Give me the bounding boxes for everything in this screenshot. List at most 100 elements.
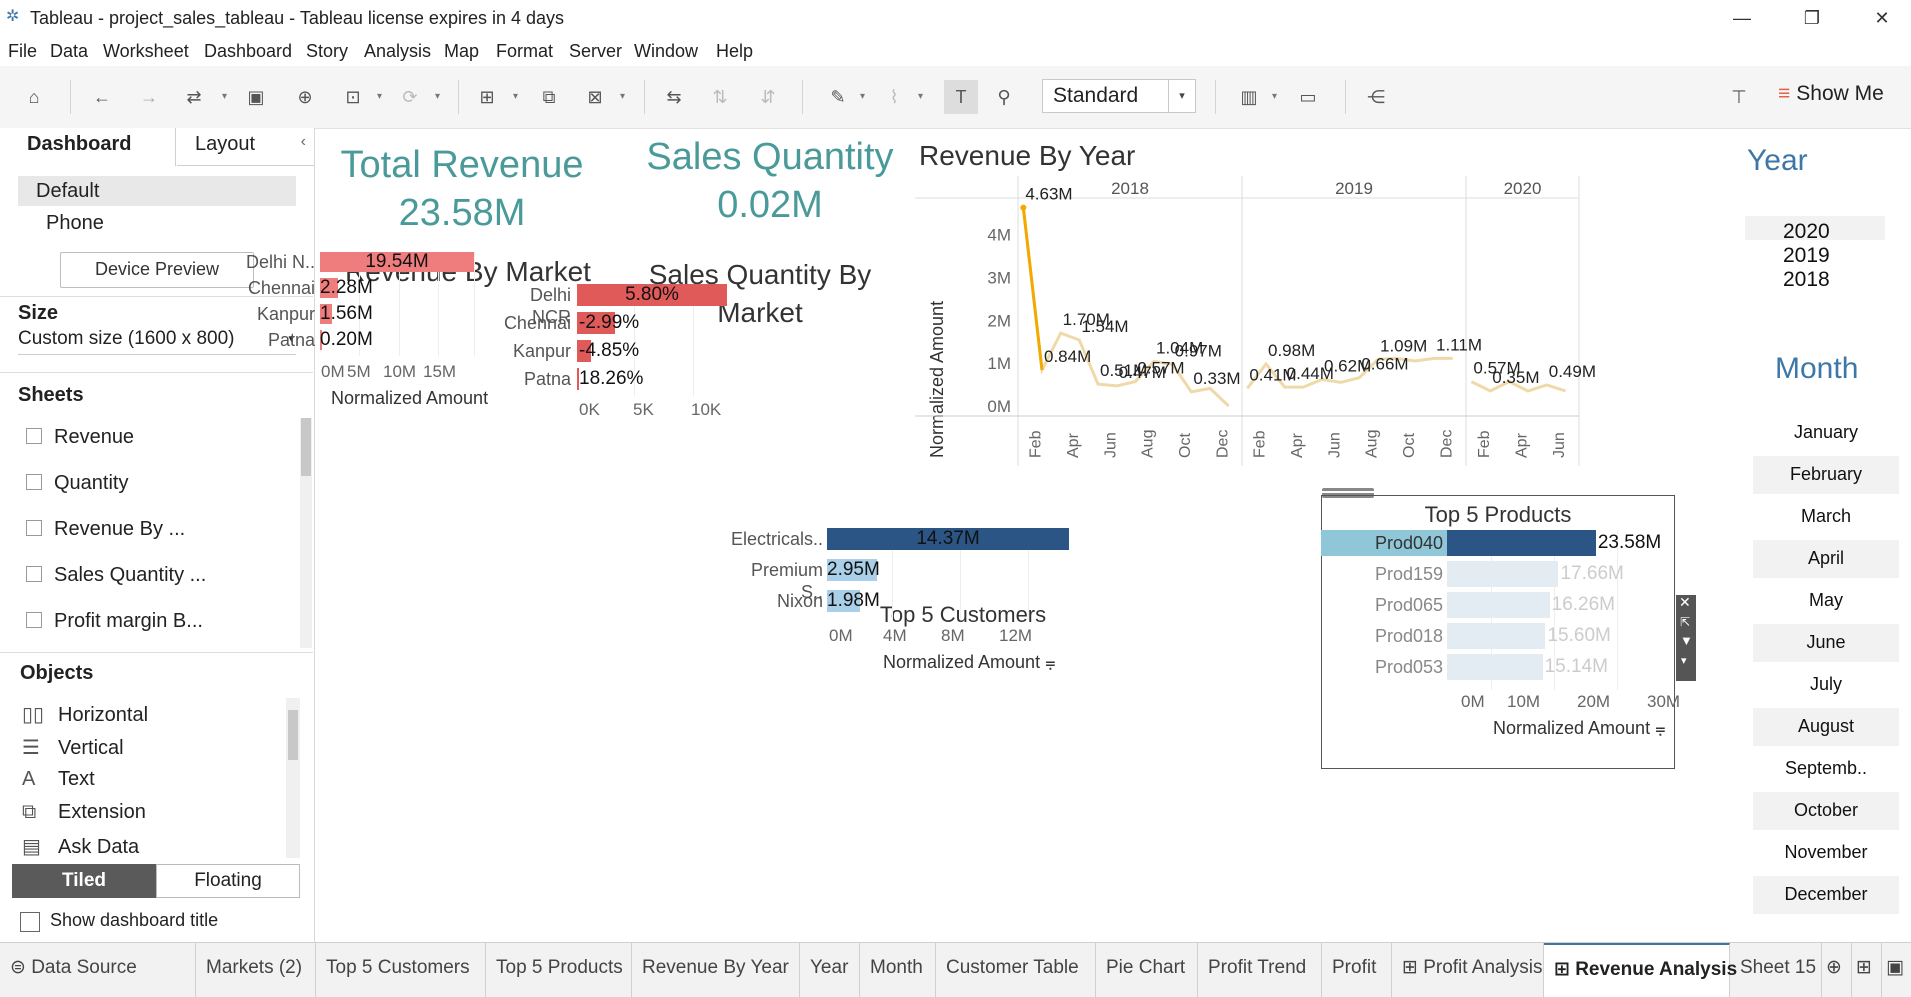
swap-icon[interactable]: ⇆ bbox=[662, 85, 686, 109]
object-horizontal[interactable]: ▯▯ Horizontal bbox=[22, 702, 148, 727]
sheet-tab[interactable]: Top 5 Customers bbox=[316, 943, 486, 997]
show-title-checkbox[interactable] bbox=[20, 912, 40, 932]
category-label[interactable]: Prod159 bbox=[1321, 561, 1443, 587]
pin-icon[interactable]: ⚲ bbox=[992, 85, 1016, 109]
device-phone[interactable]: Phone bbox=[46, 212, 104, 235]
refresh-icon[interactable]: ⟳ bbox=[398, 85, 422, 109]
tab-layout[interactable]: Layout ‹ bbox=[177, 128, 314, 166]
new-worksheet-icon[interactable]: ⊞ bbox=[475, 85, 499, 109]
sheet-tab[interactable]: Markets (2) bbox=[196, 943, 316, 997]
menu-format[interactable]: Format bbox=[496, 41, 553, 62]
paperclip-icon[interactable]: ⌇ bbox=[882, 85, 906, 109]
category-label[interactable]: Prod040 bbox=[1321, 530, 1443, 556]
highlighted-segment[interactable] bbox=[1021, 207, 1044, 371]
month-item[interactable]: March bbox=[1753, 506, 1899, 527]
sheet-tab[interactable]: Profit Trend bbox=[1198, 943, 1322, 997]
chevron-down-icon[interactable]: ▾ bbox=[222, 91, 227, 102]
month-item[interactable]: July bbox=[1753, 674, 1899, 695]
save-icon[interactable]: ▣ bbox=[244, 85, 268, 109]
show-me-button[interactable]: ≡ Show Me bbox=[1778, 82, 1884, 106]
undo-icon[interactable]: ← bbox=[90, 85, 114, 109]
bar[interactable] bbox=[1447, 592, 1550, 618]
sheet-tab[interactable]: Top 5 Products bbox=[486, 943, 632, 997]
highlight-icon[interactable]: ✎ bbox=[826, 85, 850, 109]
device-preview-button[interactable]: Device Preview bbox=[60, 252, 254, 288]
new-story-icon[interactable]: ▣ bbox=[1882, 943, 1911, 997]
top5-products-chart[interactable]: Prod040 23.58M Prod159 17.66M Prod065 16.26M P… bbox=[1321, 526, 1680, 766]
top5-customers-chart[interactable]: Electricals.. 14.37M Premium S.. 2.95M Nixon… bbox=[731, 528, 1235, 698]
floating-button[interactable]: Floating bbox=[156, 864, 300, 898]
duplicate-icon[interactable]: ⧉ bbox=[537, 85, 561, 109]
sheet-item[interactable]: Revenue bbox=[26, 426, 134, 449]
menu-worksheet[interactable]: Worksheet bbox=[103, 41, 189, 62]
new-worksheet-icon[interactable]: ⊕ bbox=[1822, 943, 1852, 997]
sheet-item[interactable]: Sales Quantity ... bbox=[26, 564, 206, 587]
redo-icon[interactable]: → bbox=[137, 85, 161, 109]
menu-window[interactable]: Window bbox=[634, 41, 698, 62]
chevron-down-icon[interactable]: ▾ bbox=[918, 91, 923, 102]
tiled-button[interactable]: Tiled bbox=[12, 864, 156, 898]
menu-map[interactable]: Map bbox=[444, 41, 479, 62]
tab-dashboard[interactable]: Dashboard bbox=[0, 128, 176, 166]
bar[interactable] bbox=[1447, 530, 1596, 556]
more-options-icon[interactable]: ▾ bbox=[1681, 654, 1687, 667]
sheet-tab[interactable]: Month bbox=[860, 943, 936, 997]
sort-ascending-icon[interactable]: ⇅ bbox=[708, 85, 732, 109]
menu-file[interactable]: File bbox=[8, 41, 37, 62]
month-item[interactable]: Septemb.. bbox=[1753, 758, 1899, 779]
replay-icon[interactable]: ⇄ bbox=[182, 85, 206, 109]
sheet-tab[interactable]: Profit bbox=[1322, 943, 1392, 997]
objects-scroll-thumb[interactable] bbox=[288, 710, 298, 760]
chevron-down-icon[interactable]: ▾ bbox=[377, 91, 382, 102]
sort-descending-icon[interactable]: ⇵ bbox=[756, 85, 780, 109]
category-label[interactable]: Prod053 bbox=[1321, 654, 1443, 680]
clear-sheet-icon[interactable]: ⊠ bbox=[583, 85, 607, 109]
month-item[interactable]: February bbox=[1753, 464, 1899, 485]
sheet-tab[interactable]: ⊞ Profit Analysis bbox=[1392, 943, 1544, 997]
year-item-2018[interactable]: 2018 bbox=[1783, 268, 1830, 292]
home-icon[interactable]: ⌂ bbox=[22, 85, 46, 109]
month-item[interactable]: October bbox=[1753, 800, 1899, 821]
sheet-tab[interactable]: Pie Chart bbox=[1096, 943, 1198, 997]
sheet-tab[interactable]: Revenue By Year bbox=[632, 943, 800, 997]
paint-roller-icon[interactable]: ⊤ bbox=[1727, 85, 1751, 109]
sheet-item[interactable]: Profit margin B... bbox=[26, 610, 203, 633]
sheets-scroll-thumb[interactable] bbox=[301, 418, 311, 476]
presentation-icon[interactable]: ▭ bbox=[1296, 85, 1320, 109]
month-item[interactable]: December bbox=[1753, 884, 1899, 905]
object-text[interactable]: A Text bbox=[22, 768, 95, 791]
bar[interactable] bbox=[1447, 654, 1543, 680]
month-item[interactable]: November bbox=[1753, 842, 1899, 863]
menu-analysis[interactable]: Analysis bbox=[364, 41, 431, 62]
filter-icon[interactable]: ▼ bbox=[1680, 633, 1693, 648]
menu-data[interactable]: Data bbox=[50, 41, 88, 62]
sheet-tab[interactable]: Year bbox=[800, 943, 860, 997]
object-vertical[interactable]: ☰ Vertical bbox=[22, 735, 124, 760]
sheet-item[interactable]: Quantity bbox=[26, 472, 128, 495]
chevron-down-icon[interactable]: ▾ bbox=[860, 91, 865, 102]
menu-server[interactable]: Server bbox=[569, 41, 622, 62]
object-ask-data[interactable]: ▤ Ask Data bbox=[22, 834, 139, 859]
remove-icon[interactable]: ✕ bbox=[1679, 594, 1691, 611]
go-to-sheet-icon[interactable]: ⇱ bbox=[1680, 615, 1690, 629]
year-item-2020[interactable]: 2020 bbox=[1783, 220, 1830, 244]
chevron-down-icon[interactable]: ▾ bbox=[620, 91, 625, 102]
bar[interactable] bbox=[1447, 623, 1546, 649]
show-cards-icon[interactable]: ▥ bbox=[1237, 85, 1261, 109]
year-item-2019[interactable]: 2019 bbox=[1783, 244, 1830, 268]
month-item[interactable]: June bbox=[1753, 632, 1899, 653]
sheet-tab[interactable]: Sheet 15 bbox=[1730, 943, 1822, 997]
menu-story[interactable]: Story bbox=[306, 41, 348, 62]
chevron-down-icon[interactable]: ▾ bbox=[1272, 91, 1277, 102]
sheet-tab[interactable]: Customer Table bbox=[936, 943, 1096, 997]
category-label[interactable]: Prod018 bbox=[1321, 623, 1443, 649]
sheet-item[interactable]: Revenue By ... bbox=[26, 518, 185, 541]
chevron-down-icon[interactable]: ▾ bbox=[435, 91, 440, 102]
category-label[interactable]: Prod065 bbox=[1321, 592, 1443, 618]
month-item[interactable]: April bbox=[1753, 548, 1899, 569]
object-extension[interactable]: ⧉ Extension bbox=[22, 801, 146, 824]
menu-help[interactable]: Help bbox=[716, 41, 753, 62]
show-labels-icon[interactable]: T bbox=[944, 80, 978, 114]
month-item[interactable]: January bbox=[1753, 422, 1899, 443]
month-item[interactable]: May bbox=[1753, 590, 1899, 611]
